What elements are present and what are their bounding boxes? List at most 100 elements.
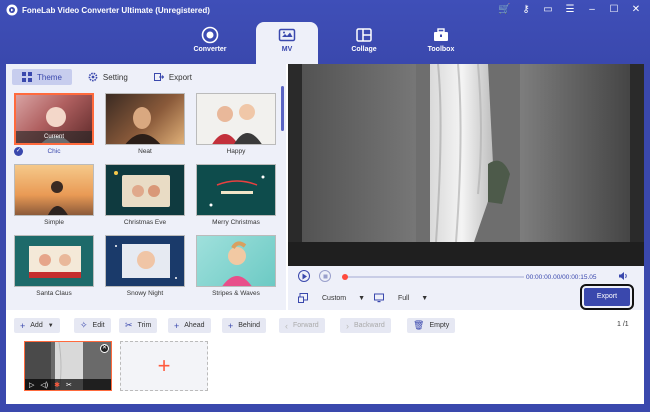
bottom-frame (0, 404, 650, 412)
edit-star-icon[interactable]: ✱ (54, 381, 60, 389)
maximize-icon[interactable]: ☐ (608, 4, 620, 16)
display-mode-dropdown[interactable]: Full ▼ (374, 293, 428, 303)
theme-name: Neat (138, 148, 152, 155)
theme-neat[interactable]: Neat (105, 93, 185, 155)
remove-clip-icon[interactable]: ✕ (100, 344, 109, 353)
theme-panel: Theme Setting Export Current ✓ Chic Neat (6, 64, 286, 310)
trim-label: Trim (137, 322, 152, 329)
top-bar: FoneLab Video Converter Ultimate (Unregi… (0, 0, 650, 64)
forward-label: Forward (293, 322, 319, 329)
theme-chic[interactable]: Current ✓ Chic (14, 93, 94, 156)
frame-right (644, 64, 650, 404)
forward-button[interactable]: ‹ Forward (279, 318, 325, 333)
theme-thumbnail: Current (14, 93, 94, 145)
total-time: 00:00:15.05 (562, 274, 597, 281)
clip-actions: ▷ ◁) ✱ ✂ (25, 379, 111, 390)
theme-santa-claus[interactable]: Santa Claus (14, 235, 94, 297)
window-controls: 🛒 ⚷ ▭ ☰ – ☐ ✕ (498, 4, 642, 16)
add-clip-button[interactable]: + (120, 341, 208, 391)
theme-name: Simple (44, 219, 64, 226)
page-indicator: 1 /1 (617, 321, 629, 328)
nav-mv[interactable]: MV (256, 22, 318, 64)
feedback-icon[interactable]: ▭ (542, 4, 554, 16)
theme-thumbnail (196, 235, 276, 287)
export-icon (153, 73, 164, 81)
aspect-ratio-icon (298, 293, 308, 303)
theme-simple[interactable]: Simple (14, 164, 94, 226)
timeline-track[interactable] (344, 276, 524, 278)
theme-name: Happy (226, 148, 246, 155)
nav-mv-label: MV (281, 46, 293, 53)
theme-merry-christmas[interactable]: Merry Christmas (196, 164, 276, 226)
play-button[interactable] (298, 270, 310, 282)
edit-button[interactable]: ✧ Edit (74, 318, 111, 333)
theme-image (48, 181, 68, 215)
close-icon[interactable]: ✕ (630, 4, 642, 16)
timeline-playhead[interactable] (342, 274, 348, 280)
main-nav: Converter MV Collage Toolbox (0, 22, 650, 64)
play-icon (302, 273, 307, 279)
theme-thumbnail (105, 235, 185, 287)
add-button[interactable]: + Add ▼ (14, 318, 60, 333)
tab-theme[interactable]: Theme (12, 69, 72, 85)
video-preview (288, 64, 644, 266)
mv-icon (278, 28, 296, 42)
key-icon[interactable]: ⚷ (520, 4, 532, 16)
cart-icon[interactable]: 🛒 (498, 4, 510, 16)
theme-thumbnail (196, 164, 276, 216)
theme-image (212, 104, 262, 144)
nav-converter[interactable]: Converter (179, 22, 241, 64)
volume-icon[interactable]: ◁) (40, 381, 48, 389)
add-label: Add (30, 322, 43, 329)
chevron-down-icon: ▼ (358, 294, 366, 302)
play-icon[interactable]: ▷ (29, 381, 34, 389)
app-logo-icon (6, 4, 18, 16)
tab-setting[interactable]: Setting (78, 69, 138, 85)
nav-toolbox[interactable]: Toolbox (410, 22, 472, 64)
tab-theme-label: Theme (37, 72, 62, 82)
forward-icon: ‹ (285, 320, 288, 331)
tab-setting-label: Setting (102, 72, 128, 82)
menu-icon[interactable]: ☰ (564, 4, 576, 16)
grid-icon (22, 72, 32, 82)
chevron-down-icon: ▼ (47, 322, 54, 329)
nav-toolbox-label: Toolbox (427, 46, 455, 53)
volume-icon[interactable] (618, 271, 629, 281)
ahead-button[interactable]: + Ahead (168, 318, 211, 333)
theme-snowy-night[interactable]: Snowy Night (105, 235, 185, 297)
aspect-ratio-dropdown[interactable]: Custom ▼ (298, 293, 365, 303)
scissors-icon[interactable]: ✂ (66, 381, 72, 389)
theme-thumbnail (105, 93, 185, 145)
time-readout: 00:00:00.00/00:00:15.05 (526, 274, 597, 281)
theme-christmas-eve[interactable]: Christmas Eve (105, 164, 185, 226)
clip-item[interactable]: ✕ ▷ ◁) ✱ ✂ (24, 341, 112, 391)
theme-thumbnail (14, 164, 94, 216)
theme-image (222, 241, 252, 286)
backward-button[interactable]: › Backward (340, 318, 391, 333)
nav-collage[interactable]: Collage (333, 22, 395, 64)
behind-button[interactable]: + Behind (222, 318, 267, 333)
gear-icon (88, 72, 98, 82)
theme-name: Christmas Eve (123, 219, 167, 226)
theme-name: Santa Claus (36, 290, 72, 297)
app-title: FoneLab Video Converter Ultimate (Unregi… (22, 6, 210, 15)
selected-check-icon: ✓ (14, 147, 23, 156)
player-controls: 00:00:00.00/00:00:15.05 Custom ▼ Full ▼ … (288, 266, 644, 310)
trim-button[interactable]: ✂ Trim (119, 318, 158, 333)
minimize-icon[interactable]: – (586, 4, 598, 16)
stop-button[interactable] (319, 270, 331, 282)
theme-scrollbar[interactable] (281, 86, 284, 131)
empty-label: Empty (429, 322, 450, 329)
theme-stripes-waves[interactable]: Stripes & Waves (196, 235, 276, 297)
export-button[interactable]: Export (580, 284, 634, 310)
theme-image (29, 246, 81, 278)
trash-icon: 🗑 (413, 320, 425, 330)
nav-converter-label: Converter (193, 46, 227, 53)
tab-export[interactable]: Export (144, 69, 202, 85)
theme-thumbnail (196, 93, 276, 145)
plus-icon: + (20, 320, 26, 331)
theme-happy[interactable]: Happy (196, 93, 276, 155)
empty-button[interactable]: 🗑 Empty (407, 318, 456, 333)
scissors-icon: ✂ (125, 320, 133, 330)
tab-export-label: Export (168, 72, 192, 82)
